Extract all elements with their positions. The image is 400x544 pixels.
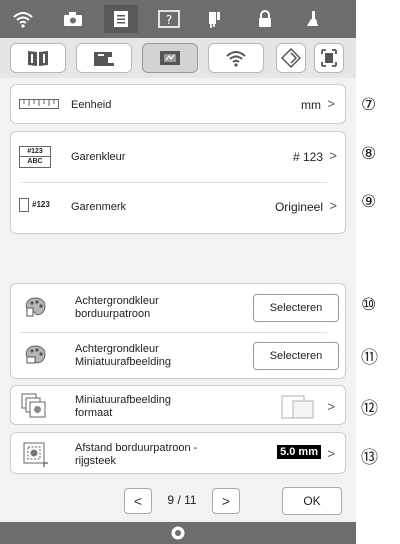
tab-wifi-icon[interactable] (208, 43, 264, 73)
thread-color-row[interactable]: #123 ABC Garenkleur # 123 > (11, 132, 347, 182)
svg-text:?: ? (166, 13, 172, 27)
callout-13: ⑬ (361, 448, 378, 468)
distance-value: 5.0 mm (277, 445, 321, 459)
tab-embroidery-icon[interactable] (142, 43, 198, 73)
distance-label-1: Afstand borduurpatroon - (75, 442, 198, 454)
help-icon[interactable]: ? (152, 5, 186, 33)
baste-distance-icon (23, 442, 48, 467)
thumb-size-row[interactable]: Miniatuurafbeelding formaat > (10, 385, 346, 425)
chevron-right-icon: > (329, 148, 337, 163)
callout-7: ⑦ (361, 95, 377, 115)
thumb-size-label-2: formaat (75, 407, 113, 419)
chevron-right-icon: > (327, 446, 335, 461)
tab-sewing-machine-icon[interactable] (76, 43, 132, 73)
callout-10: ⑩ (361, 295, 377, 315)
lock-icon[interactable] (248, 5, 282, 33)
palette-icon (25, 297, 46, 317)
chevron-right-icon: > (329, 198, 337, 213)
prev-page-button[interactable]: < (124, 488, 152, 514)
bg-thumb-row: Achtergrondkleur Miniatuurafbeelding Sel… (11, 333, 347, 379)
tab-book-icon[interactable] (10, 43, 66, 73)
presser-foot-icon[interactable] (296, 5, 330, 33)
ruler-icon (19, 99, 59, 109)
wifi-icon[interactable] (6, 5, 40, 33)
thread-brand-row[interactable]: #123 Garenmerk Origineel > (11, 183, 347, 233)
next-page-button[interactable]: > (212, 488, 240, 514)
thread-color-value: # 123 (292, 150, 323, 164)
thread-brand-label: Garenmerk (71, 201, 127, 213)
thread-brand-value: Origineel (274, 200, 323, 214)
unit-label: Eenheid (71, 99, 112, 111)
background-color-card: Achtergrondkleur borduurpatroon Selecter… (10, 283, 346, 379)
thread-color-label: Garenkleur (71, 151, 126, 163)
callout-12: ⑫ (361, 399, 378, 419)
thumb-size-label-1: Miniatuurafbeelding (75, 394, 172, 406)
page-indicator: 9 / 11 (167, 493, 197, 507)
needle-icon[interactable] (200, 5, 234, 33)
callout-11: ⑪ (361, 348, 378, 368)
palette-icon (25, 345, 46, 364)
thread-number-icon: #123 ABC (19, 146, 51, 168)
bg-pattern-label-2: borduurpatroon (75, 308, 151, 320)
camera-icon[interactable] (56, 5, 90, 33)
status-bar (0, 522, 356, 544)
settings-tabs (0, 38, 356, 78)
settings-diamond-icon[interactable] (276, 43, 306, 73)
bg-thumb-label-1: Achtergrondkleur (75, 343, 159, 355)
bg-thumb-label-2: Miniatuurafbeelding (75, 356, 172, 368)
distance-label-2: rijgsteek (75, 455, 116, 467)
bg-pattern-row: Achtergrondkleur borduurpatroon Selecter… (11, 284, 347, 332)
distance-row[interactable]: Afstand borduurpatroon - rijgsteek 5.0 m… (10, 432, 346, 474)
bg-pattern-label-1: Achtergrondkleur (75, 295, 159, 307)
ok-button[interactable]: OK (282, 487, 342, 515)
callout-8: ⑧ (361, 144, 377, 164)
thread-settings-card: #123 ABC Garenkleur # 123 > #123 Garenme… (10, 131, 346, 234)
spool-icon (19, 198, 29, 212)
top-toolbar: ? (0, 0, 356, 38)
select-bg-pattern-button[interactable]: Selecteren (253, 294, 339, 322)
thread-brand-icon-text: #123 (32, 200, 50, 209)
callout-9: ⑨ (361, 192, 377, 212)
thumbnail-preview-icon (281, 395, 314, 419)
page-icon[interactable] (104, 5, 138, 33)
unit-value: mm (301, 98, 321, 112)
settings-screen: ? Eenheid mm > #123 ABC Garenkleur # 123… (0, 0, 356, 544)
unit-row[interactable]: Eenheid mm > (10, 84, 346, 124)
select-bg-thumb-button[interactable]: Selecteren (253, 342, 339, 370)
chevron-right-icon: > (327, 96, 335, 111)
status-icon (171, 526, 185, 540)
frame-icon[interactable] (314, 43, 344, 73)
thumbnail-size-icon (21, 393, 46, 418)
chevron-right-icon: > (327, 399, 335, 414)
